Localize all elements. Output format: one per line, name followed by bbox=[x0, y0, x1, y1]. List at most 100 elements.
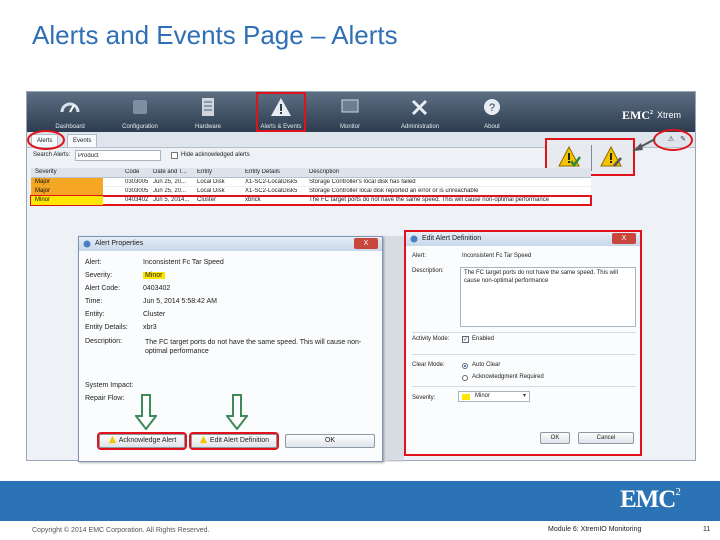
ok-button[interactable]: OK bbox=[540, 432, 570, 444]
nav-dashboard[interactable]: Dashboard bbox=[37, 94, 103, 132]
field-label: Alert Code: bbox=[85, 285, 121, 292]
chevron-down-icon: ▾ bbox=[522, 393, 526, 399]
emc-logo: EMC2 bbox=[620, 486, 681, 513]
description-textarea[interactable]: The FC target ports do not have the same… bbox=[460, 267, 636, 327]
alert-properties-title-bar: Alert Properties X bbox=[79, 237, 382, 251]
entity-value: Cluster bbox=[143, 311, 166, 318]
svg-text:?: ? bbox=[489, 102, 495, 114]
hide-acknowledged-checkbox[interactable] bbox=[171, 152, 178, 159]
close-icon[interactable]: X bbox=[612, 233, 636, 244]
auto-clear-radio[interactable] bbox=[462, 363, 468, 369]
nav-about[interactable]: ? About bbox=[459, 94, 525, 132]
acknowledgment-required-radio[interactable] bbox=[462, 375, 468, 381]
dialog-title: Alert Properties bbox=[95, 240, 144, 247]
table-cell: Cluster bbox=[197, 197, 217, 203]
acknowledgment-required-label: Acknowledgment Required bbox=[472, 374, 544, 380]
field-label: Entity: bbox=[85, 311, 105, 318]
table-cell: The FC target ports do not have the same… bbox=[309, 197, 550, 203]
page-number: 11 bbox=[703, 526, 711, 533]
edit-alert-definition-button[interactable]: Edit Alert Definition bbox=[189, 432, 279, 450]
column-header[interactable]: Severity bbox=[31, 168, 103, 177]
severity-cell: Minor bbox=[31, 196, 103, 205]
enabled-label: Enabled bbox=[472, 336, 495, 342]
gauge-icon bbox=[60, 102, 80, 113]
arrow-down-icon bbox=[226, 394, 248, 430]
configuration-icon bbox=[133, 100, 147, 114]
table-header-row: Severity Code Date and T... Entity Entit… bbox=[31, 168, 591, 178]
column-header[interactable]: Description bbox=[309, 169, 589, 175]
field-label: Severity: bbox=[85, 272, 113, 279]
search-label: Search Alerts: bbox=[33, 152, 71, 158]
acknowledge-alert-icon[interactable] bbox=[557, 145, 581, 169]
edit-definition-title-bar: Edit Alert Definition X bbox=[406, 232, 640, 246]
toolbar-highlight bbox=[653, 129, 693, 151]
separator bbox=[412, 354, 636, 355]
edit-icon bbox=[199, 435, 208, 444]
copyright-text: Copyright © 2014 EMC Corporation. All Ri… bbox=[32, 527, 210, 534]
tools-icon bbox=[411, 99, 428, 116]
search-input[interactable] bbox=[75, 150, 161, 161]
window-icon bbox=[410, 235, 418, 243]
severity-swatch bbox=[462, 394, 470, 400]
table-cell: xbrick bbox=[245, 197, 261, 203]
table-row-selected[interactable]: Minor 0403402 Jun 5, 2014... Cluster xbr… bbox=[30, 195, 592, 206]
table-cell: Jun 25, 20... bbox=[153, 188, 187, 194]
severity-value: Minor bbox=[143, 272, 165, 279]
tab-events[interactable]: Events bbox=[67, 134, 98, 147]
nav-monitor[interactable]: Monitor bbox=[317, 94, 383, 132]
alert-label: Alert: bbox=[412, 253, 427, 259]
table-row[interactable]: Major 0303005 Jun 25, 20... Local Disk X… bbox=[31, 178, 591, 187]
module-label: Module 6: XtremIO Monitoring bbox=[548, 526, 642, 533]
table-cell: Jun 25, 20... bbox=[153, 179, 187, 185]
alert-code-value: 0403402 bbox=[143, 285, 171, 292]
product-name: Xtrem bbox=[657, 110, 682, 120]
app-emc-logo: EMC2 bbox=[622, 108, 653, 122]
severity-label: Severity: bbox=[412, 395, 436, 401]
table-cell: Local Disk bbox=[197, 179, 225, 185]
hide-acknowledged-label: Hide acknowledged alerts bbox=[181, 152, 250, 158]
edit-alert-icon[interactable] bbox=[599, 145, 623, 169]
table-cell: Storage Controller local disk reported a… bbox=[309, 188, 479, 194]
table-cell: Local Disk bbox=[197, 188, 225, 194]
dialog-title: Edit Alert Definition bbox=[422, 235, 482, 242]
ok-button[interactable]: OK bbox=[285, 434, 375, 448]
help-icon: ? bbox=[484, 99, 500, 115]
tab-alerts-highlight bbox=[27, 130, 65, 150]
separator bbox=[412, 332, 636, 333]
table-cell: Storage Controller's local disk has fail… bbox=[309, 179, 416, 185]
severity-selected-value: Minor bbox=[475, 393, 491, 399]
description-label: Description: bbox=[412, 268, 444, 274]
field-label: Entity Details: bbox=[85, 324, 128, 331]
main-navigation-bar: Dashboard Configuration Hardware Alerts … bbox=[27, 92, 695, 132]
column-header[interactable]: Entity bbox=[197, 169, 241, 175]
edit-alert-definition-dialog: Edit Alert Definition X Alert: Inconsist… bbox=[404, 230, 642, 456]
enabled-checkbox[interactable]: ✓ bbox=[462, 336, 469, 343]
clear-mode-label: Clear Mode: bbox=[412, 362, 445, 368]
severity-cell: Major bbox=[31, 187, 103, 196]
cancel-button[interactable]: Cancel bbox=[578, 432, 634, 444]
repair-flow-label: Repair Flow: bbox=[85, 395, 125, 402]
nav-configuration[interactable]: Configuration bbox=[107, 94, 173, 132]
close-icon[interactable]: X bbox=[354, 238, 378, 249]
field-label: Time: bbox=[85, 298, 103, 305]
table-cell: X1-SC2-LocalDisk5 bbox=[245, 179, 298, 185]
alerts-nav-highlight bbox=[256, 92, 306, 132]
alert-value: Inconsistent Fc Tar Speed bbox=[462, 253, 532, 259]
severity-cell: Major bbox=[31, 178, 103, 187]
severity-select[interactable]: Minor ▾ bbox=[458, 391, 530, 402]
acknowledge-alert-button[interactable]: Acknowledge Alert bbox=[97, 432, 187, 450]
field-label: Alert: bbox=[85, 259, 102, 266]
slide-title: Alerts and Events Page – Alerts bbox=[32, 20, 398, 50]
column-header[interactable]: Entity Details bbox=[245, 169, 307, 175]
acknowledge-icon bbox=[108, 435, 116, 444]
monitor-icon bbox=[341, 99, 359, 113]
arrow-down-icon bbox=[135, 394, 157, 430]
entity-details-value: xbr3 bbox=[143, 324, 157, 331]
column-header[interactable]: Date and T... bbox=[153, 169, 199, 175]
hardware-icon bbox=[202, 98, 214, 116]
activity-mode-label: Activity Mode: bbox=[412, 336, 450, 342]
footer-band bbox=[0, 481, 720, 521]
nav-hardware[interactable]: Hardware bbox=[175, 94, 241, 132]
table-row[interactable]: Major 0303005 Jun 25, 20... Local Disk X… bbox=[31, 187, 591, 196]
nav-administration[interactable]: Administration bbox=[387, 94, 453, 132]
